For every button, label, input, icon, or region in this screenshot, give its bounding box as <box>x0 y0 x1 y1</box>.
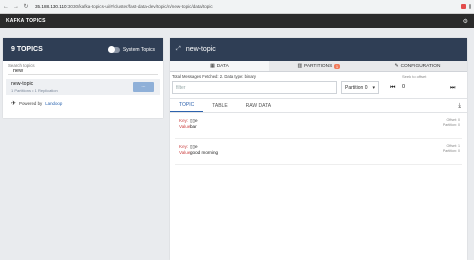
rewind-icon[interactable]: ⏮ <box>390 85 395 92</box>
topics-panel: 9 TOPICS System Topics Search topics new… <box>3 38 163 118</box>
app-title: KAFKA TOPICS <box>6 18 46 24</box>
tab-topic[interactable]: TOPIC <box>170 99 204 112</box>
landoop-logo-icon: ✈ <box>11 101 17 107</box>
expand-icon[interactable]: ⤢ <box>176 46 181 53</box>
wrench-icon: ✎ <box>394 63 399 69</box>
topic-detail-panel: ⤢ new-topic ▦ DATA ▥ PARTITIONS 1 ✎ CONF… <box>170 38 467 260</box>
menu-icon[interactable] <box>469 4 471 9</box>
search-input[interactable]: new <box>8 68 158 75</box>
address-bar[interactable]: 35.188.130.110:3030/kafka-topics-ui/#/cl… <box>35 4 213 9</box>
system-topics-label: System Topics <box>122 46 155 53</box>
forward-icon[interactable]: → <box>13 4 19 10</box>
message-offset: Offset: 1 <box>446 144 460 148</box>
tab-partitions[interactable]: ▥ PARTITIONS 1 <box>269 61 368 71</box>
message-key: ▯▯e <box>190 118 198 123</box>
offset-label: Seek to offset <box>402 74 427 79</box>
partitions-badge: 1 <box>334 63 340 69</box>
table-icon: ▦ <box>210 63 215 69</box>
value-label: Value: <box>179 124 192 129</box>
topics-count: 9 TOPICS <box>11 46 43 53</box>
topic-title: new-topic <box>185 46 216 53</box>
chevron-down-icon: ▾ <box>372 85 375 91</box>
message-item: Key: ▯▯e Value:bar Offset: 0 Partition: 0 <box>175 113 462 139</box>
topics-panel-header: 9 TOPICS System Topics <box>3 38 163 61</box>
system-topics-toggle[interactable]: System Topics <box>107 46 155 53</box>
message-partition: Partition: 0 <box>442 123 460 127</box>
data-controls: Total Messages Fetched: 2. Data type: bi… <box>170 72 467 98</box>
topic-detail-header: ⤢ new-topic <box>170 38 467 61</box>
topic-name: new-topic <box>11 81 34 87</box>
message-key: ▯▯e <box>190 144 198 149</box>
search-label: Search topics <box>8 63 35 68</box>
download-icon[interactable]: ⤓ <box>458 103 461 110</box>
tab-raw-data[interactable]: RAW DATA <box>237 99 280 112</box>
view-tabs: TOPIC TABLE RAW DATA ⤓ <box>170 98 467 113</box>
message-partition: Partition: 0 <box>442 149 460 153</box>
browser-toolbar: ← → ↻ 35.188.130.110:3030/kafka-topics-u… <box>0 0 474 14</box>
message-value: good morning <box>190 150 219 155</box>
fast-forward-icon[interactable]: ⏭ <box>450 85 455 92</box>
message-item: Key: ▯▯e Value:good morning Offset: 1 Par… <box>175 139 462 165</box>
landoop-link[interactable]: Landoop <box>45 101 62 106</box>
reload-icon[interactable]: ↻ <box>23 3 29 10</box>
extension-icon[interactable] <box>461 4 466 9</box>
message-offset: Offset: 0 <box>446 118 460 122</box>
toggle-switch[interactable] <box>107 46 120 53</box>
powered-by: ✈ Powered by Landoop <box>11 101 63 107</box>
columns-icon: ▥ <box>297 63 302 69</box>
message-value: bar <box>190 124 197 129</box>
partition-select[interactable]: Partition 0 ▾ <box>341 81 379 94</box>
topic-tabs: ▦ DATA ▥ PARTITIONS 1 ✎ CONFIGURATION <box>170 61 467 72</box>
topic-list-item[interactable]: new-topic 1 Partitions • 1 Replication .… <box>6 79 160 95</box>
offset-input[interactable]: 0 <box>402 84 405 90</box>
back-icon[interactable]: ← <box>3 4 9 10</box>
tab-configuration[interactable]: ✎ CONFIGURATION <box>368 61 467 71</box>
filter-input[interactable]: filter <box>172 81 337 94</box>
gear-icon[interactable]: ⚙ <box>463 18 468 25</box>
app-header: KAFKA TOPICS ⚙ <box>0 14 474 28</box>
value-label: Value: <box>179 150 192 155</box>
fetch-summary: Total Messages Fetched: 2. Data type: bi… <box>172 74 257 79</box>
topic-action-button[interactable]: ... <box>133 82 154 92</box>
tab-table[interactable]: TABLE <box>203 99 236 112</box>
tab-data[interactable]: ▦ DATA <box>170 61 269 71</box>
topic-meta: 1 Partitions • 1 Replication <box>11 88 58 93</box>
